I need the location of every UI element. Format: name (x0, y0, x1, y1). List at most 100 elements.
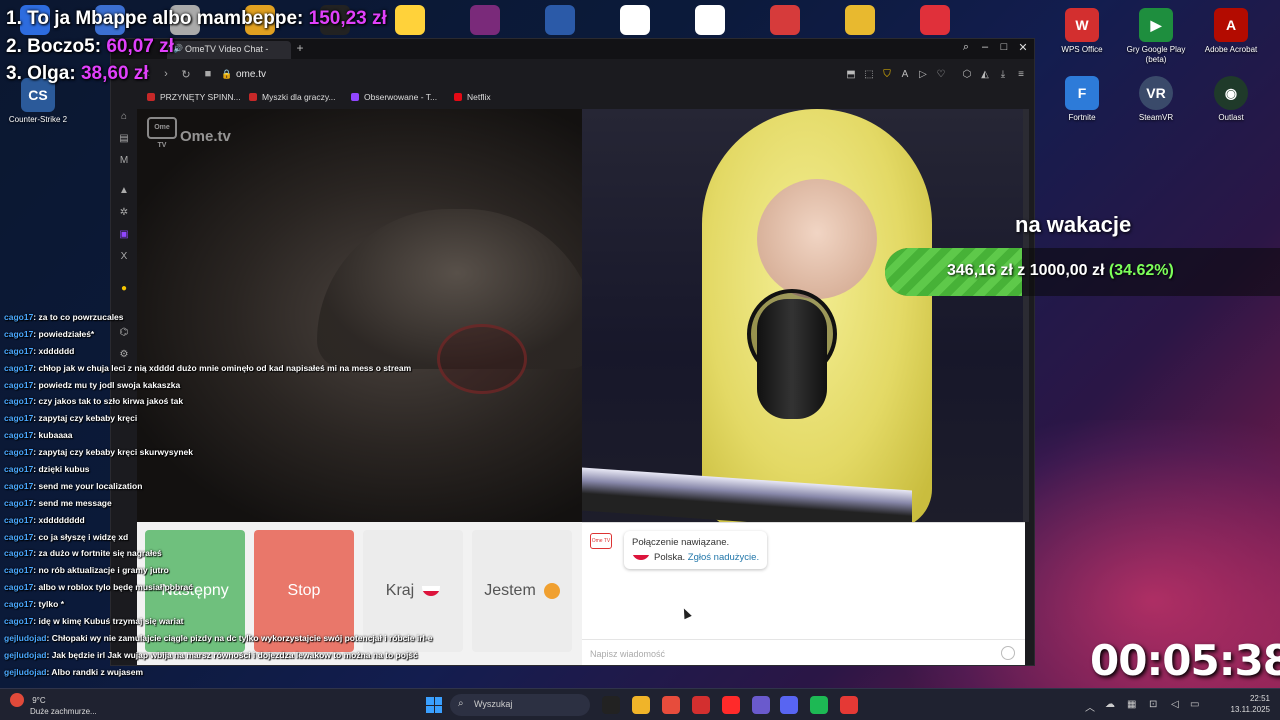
extension-icon[interactable]: ⬒ (844, 69, 858, 80)
url-field[interactable]: ome.tv (236, 69, 266, 80)
chat-message: cago17: idę w kimę Kubuś trzymaj się war… (4, 616, 474, 633)
chat-username: cago17 (4, 497, 34, 508)
forward-icon[interactable]: › (159, 68, 173, 80)
sidebar-messenger-icon[interactable]: M (118, 155, 130, 167)
reload-icon[interactable]: ↻ (179, 68, 193, 81)
chat-text: : idę w kimę Kubuś trzymaj się wariat (33, 616, 184, 627)
fortnite-icon: F (1065, 76, 1099, 110)
wallet-icon[interactable]: ◭ (978, 69, 992, 80)
desktop-icon-outlast[interactable]: ◉ Outlast (1195, 76, 1267, 123)
desktop-icon-google-play-games[interactable]: ▶ Gry Google Play (beta) (1120, 8, 1192, 65)
taskbar-app-icon[interactable] (602, 696, 620, 714)
speaker-icon: 🔊 (173, 44, 183, 53)
bookmark-item[interactable]: Myszki dla graczy... (249, 92, 336, 102)
desktop-app-icon[interactable] (620, 5, 650, 35)
taskbar-app-icon[interactable] (752, 696, 770, 714)
tab-ometv[interactable]: 🔊 OmeTV Video Chat - (167, 41, 291, 59)
tray-app-icon[interactable]: ▦ (1127, 699, 1136, 710)
chat-message: cago17: send me message (4, 498, 474, 515)
chat-text: : powiedziałeś* (33, 328, 95, 339)
desktop-app-icon[interactable] (470, 5, 500, 35)
boy-emoji-icon (543, 583, 560, 599)
network-icon[interactable]: ⊡ (1149, 699, 1157, 710)
volume-icon[interactable]: ◁ (1171, 699, 1179, 710)
desktop-app-icon[interactable] (545, 5, 575, 35)
start-button[interactable] (426, 697, 442, 713)
chat-message: gejludojad: Albo randki z wujasem (4, 667, 474, 684)
taskbar-app-icon[interactable] (692, 696, 710, 714)
maximize-button[interactable]: □ (995, 41, 1013, 53)
chat-message: cago17: zapytaj czy kebaby kręci (4, 413, 474, 430)
page-scrollbar[interactable] (1023, 109, 1029, 522)
taskbar-search[interactable]: ⌕ Wyszukaj (450, 694, 590, 716)
chat-text: : send me message (33, 497, 112, 508)
bookmark-item[interactable]: Netflix (454, 92, 491, 102)
chat-username: cago17 (4, 430, 34, 441)
taskbar-app-icon[interactable] (780, 696, 798, 714)
bookmark-favicon-icon (147, 93, 155, 101)
sidebar-arrow-icon[interactable]: ▲ (118, 185, 130, 197)
menu-icon[interactable]: ≡ (1014, 69, 1028, 80)
desktop-app-icon[interactable] (845, 5, 875, 35)
chat-text: : albo w roblox tylo będę musiał pobrać (33, 582, 193, 593)
sidebar-bag-icon[interactable]: ⌂ (118, 111, 130, 123)
taskbar-app-icon[interactable] (632, 696, 650, 714)
sidebar-x-icon[interactable]: X (118, 251, 130, 263)
heart-icon[interactable]: ♡ (934, 69, 948, 80)
chat-message: cago17: xdddddd (4, 346, 474, 363)
desktop-icon-counter-strike-2[interactable]: CS Counter-Strike 2 (2, 78, 74, 125)
chat-message-input[interactable]: Napisz wiadomość (582, 639, 1025, 666)
report-abuse-link[interactable]: Zgłoś nadużycie. (688, 552, 759, 563)
desktop-app-icon[interactable] (695, 5, 725, 35)
tray-chevron-icon[interactable]: ︿ (1085, 699, 1095, 714)
emoji-icon[interactable] (1001, 646, 1015, 660)
taskbar-app-icon[interactable] (810, 696, 828, 714)
chat-text: : xdddddd (33, 345, 75, 356)
play-icon[interactable]: ▷ (916, 69, 930, 80)
ometv-logo: Ome TVOme.tv (147, 117, 231, 149)
gender-button[interactable]: Jestem (472, 530, 572, 652)
bookmark-item[interactable]: PRZYNĘTY SPINN... (147, 92, 241, 102)
camera-permission-icon[interactable]: ■ (201, 68, 215, 80)
screenshot-icon[interactable]: ⬚ (862, 69, 876, 80)
chat-message: cago17: xdddddddd (4, 515, 474, 532)
taskbar-app-icon[interactable] (662, 696, 680, 714)
taskbar-app-icon[interactable] (722, 696, 740, 714)
new-tab-button[interactable]: + (293, 41, 307, 57)
desktop-icon-wps-office[interactable]: W WPS Office (1046, 8, 1118, 55)
battery-icon[interactable]: ▭ (1190, 699, 1199, 710)
weather-icon (10, 693, 24, 707)
chat-message: cago17: czy jakos tak to szło kirwa jako… (4, 396, 474, 413)
clock[interactable]: 22:51 13.11.2025 (1231, 693, 1270, 715)
desktop-app-icon[interactable] (395, 5, 425, 35)
search-tabs-icon[interactable]: ⌕ (957, 41, 975, 54)
close-button[interactable]: ✕ (1014, 41, 1032, 54)
download-icon[interactable]: ⤓ (996, 69, 1010, 80)
chat-username: gejludojad (4, 649, 47, 660)
desktop-app-icon[interactable] (770, 5, 800, 35)
chat-text: : co ja słyszę i widzę xd (33, 531, 129, 542)
sidebar-notes-icon[interactable]: ▤ (118, 133, 130, 145)
desktop-icon-adobe-acrobat[interactable]: A Adobe Acrobat (1195, 8, 1267, 55)
sidebar-coin-icon[interactable]: ● (118, 283, 130, 295)
onedrive-icon[interactable]: ☁ (1105, 699, 1115, 710)
desktop-icon-steamvr[interactable]: VR SteamVR (1120, 76, 1192, 123)
desktop-icon-fortnite[interactable]: F Fortnite (1046, 76, 1118, 123)
chat-username: cago17 (4, 599, 34, 610)
stream-chat-overlay: cago17: za to co powrzucales cago17: powi… (4, 312, 474, 684)
taskbar-app-icon[interactable] (840, 696, 858, 714)
chat-username: cago17 (4, 464, 34, 475)
sidebar-twitch-icon[interactable]: ▣ (118, 229, 130, 241)
outlast-icon: ◉ (1214, 76, 1248, 110)
sidebar-chatgpt-icon[interactable]: ✲ (118, 207, 130, 219)
bookmark-item[interactable]: Obserwowane - T... (351, 92, 437, 102)
chat-message: cago17: tylko * (4, 599, 474, 616)
minimize-button[interactable]: – (976, 41, 994, 53)
goal-text: 346,16 zł z 1000,00 zł (34.62%) (947, 262, 1174, 279)
weather-widget[interactable]: 9°C Duże zachmurze... (10, 693, 97, 717)
cube-icon[interactable]: ⬡ (960, 69, 974, 80)
desktop-app-icon[interactable] (920, 5, 950, 35)
person-face (757, 179, 877, 299)
translate-icon[interactable]: A (898, 69, 912, 80)
shield-icon[interactable]: ⛉ (880, 69, 894, 80)
